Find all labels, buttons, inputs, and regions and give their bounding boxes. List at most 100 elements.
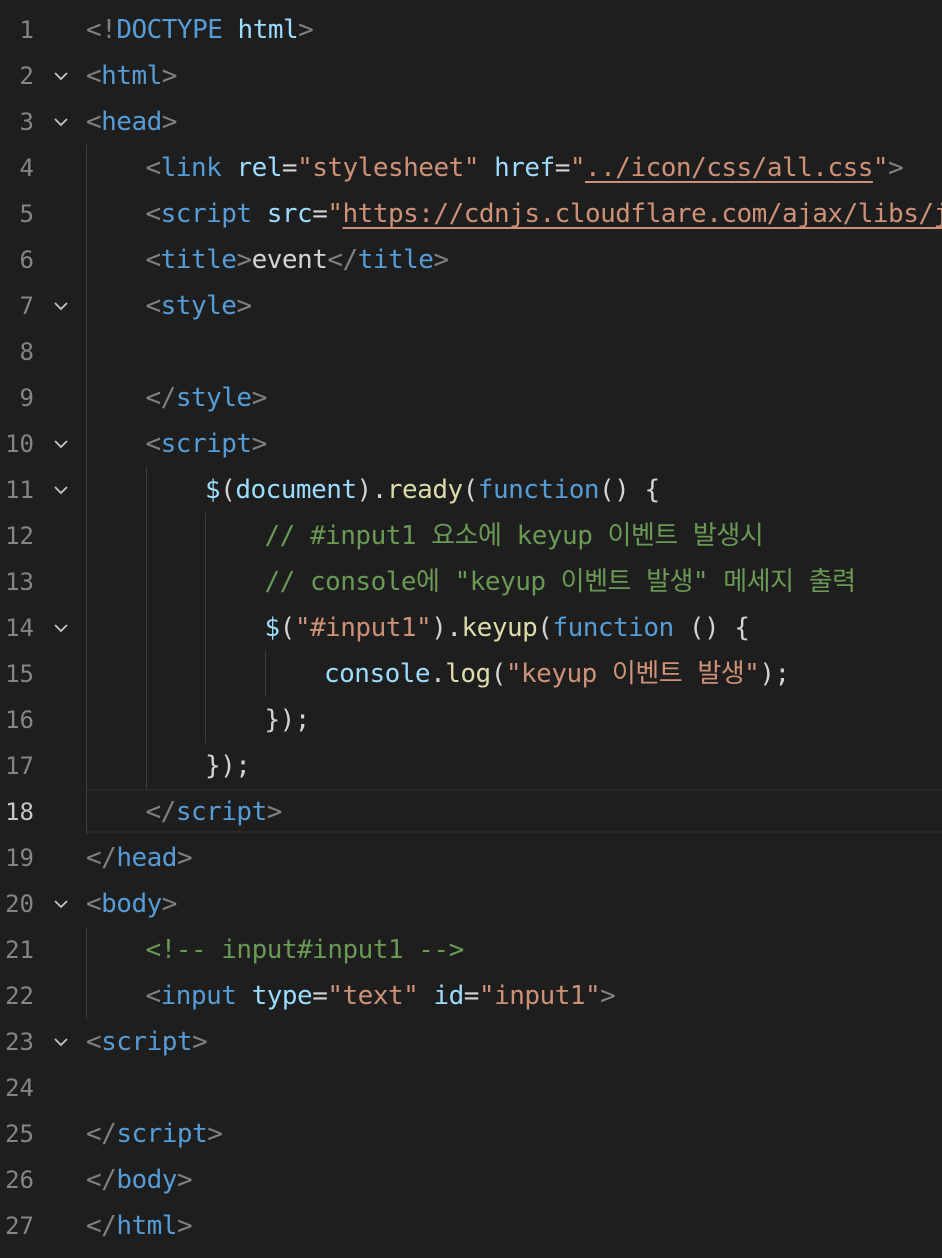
line-code[interactable]: console.log("keyup 이벤트 발생"); <box>324 651 790 697</box>
code-token: ( <box>220 475 236 505</box>
line-code[interactable]: // console에 "keyup 이벤트 발생" 메세지 출력 <box>265 559 857 605</box>
code-token: script <box>116 1119 208 1149</box>
code-token: < <box>86 107 102 137</box>
line-code[interactable]: $(document).ready(function() { <box>205 467 660 513</box>
code-line[interactable]: 18 </script> <box>0 789 942 835</box>
code-token: = <box>554 153 571 183</box>
code-line[interactable]: 17}); <box>0 743 942 789</box>
code-token: id <box>433 981 464 1011</box>
code-line[interactable]: 9 </style> <box>0 375 942 421</box>
code-token: () { <box>673 613 750 643</box>
line-code[interactable]: <html> <box>86 53 177 99</box>
fold-chevron-icon[interactable] <box>52 113 70 131</box>
code-token: > <box>207 1119 223 1149</box>
line-code[interactable]: <title>event</title> <box>146 237 450 283</box>
code-token: "text" <box>327 981 419 1011</box>
line-code[interactable]: <script> <box>146 421 268 467</box>
fold-chevron-icon[interactable] <box>52 619 70 637</box>
code-line[interactable]: 11 $(document).ready(function() { <box>0 467 942 513</box>
line-number: 8 <box>19 338 34 366</box>
code-line[interactable]: 22 <input type="text" id="input1"> <box>0 973 942 1019</box>
fold-chevron-icon[interactable] <box>52 1033 70 1051</box>
line-code[interactable]: <!-- input#input1 --> <box>145 927 465 973</box>
code-token: script <box>160 429 252 459</box>
code-line[interactable]: 1 <!DOCTYPE html> <box>0 7 942 53</box>
code-line[interactable]: 25 </script> <box>0 1111 942 1157</box>
code-line[interactable]: 14 $("#input1").keyup(function () { <box>0 605 942 651</box>
line-code[interactable]: </script> <box>145 789 283 835</box>
fold-chevron-icon[interactable] <box>52 435 70 453</box>
code-line[interactable]: 20 <body> <box>0 881 942 927</box>
code-line[interactable]: 2 <html> <box>0 53 942 99</box>
line-code[interactable]: </style> <box>146 375 268 421</box>
line-number: 17 <box>5 752 34 780</box>
code-line[interactable]: 19 </head> <box>0 835 942 881</box>
code-line[interactable]: 13 // console에 "keyup 이벤트 발생" 메세지 출력 <box>0 559 942 605</box>
fold-chevron-icon[interactable] <box>52 297 70 315</box>
code-token: log <box>445 659 491 689</box>
code-token: < <box>145 153 162 183</box>
code-token: ( <box>537 613 553 643</box>
code-line[interactable]: 23 <script> <box>0 1019 942 1065</box>
line-code[interactable]: <!DOCTYPE html> <box>86 7 314 53</box>
code-line[interactable]: 24 <box>0 1065 942 1111</box>
code-token: <! <box>86 15 117 45</box>
line-number: 19 <box>5 844 34 872</box>
line-code[interactable]: <style> <box>146 283 253 329</box>
code-token: DOCTYPE <box>116 15 223 45</box>
line-code[interactable]: }); <box>265 697 311 743</box>
code-line[interactable]: 4 <link rel="stylesheet" href="../icon/cs… <box>0 145 942 191</box>
line-code[interactable]: $("#input1").keyup(function () { <box>265 605 750 651</box>
line-code[interactable]: <input type="text" id="input1"> <box>146 973 616 1019</box>
fold-chevron-icon[interactable] <box>52 67 70 85</box>
code-editor[interactable]: 1 <!DOCTYPE html> 2 <html> 3 <head> 4 <link rel… <box>0 0 942 1258</box>
code-line[interactable]: 6 <title>event</title> <box>0 237 942 283</box>
line-code[interactable]: <link rel="stylesheet" href="../icon/css… <box>146 145 904 191</box>
code-token: input <box>160 981 237 1011</box>
line-code[interactable]: <body> <box>86 881 177 927</box>
line-number: 21 <box>5 936 34 964</box>
line-code[interactable]: }); <box>205 743 251 789</box>
code-token: </ <box>327 245 358 275</box>
line-code[interactable]: <script> <box>86 1019 208 1065</box>
code-token: < <box>86 889 102 919</box>
code-token: $ <box>264 613 281 643</box>
code-token: > <box>161 889 178 919</box>
fold-chevron-icon[interactable] <box>52 481 70 499</box>
code-line[interactable]: 21 <!-- input#input1 --> <box>0 927 942 973</box>
code-token: <!-- input#input1 --> <box>145 935 465 965</box>
code-line[interactable]: 26 </body> <box>0 1157 942 1203</box>
code-line[interactable]: 3 <head> <box>0 99 942 145</box>
line-code[interactable]: </script> <box>86 1111 223 1157</box>
code-line[interactable]: 12 // #input1 요소에 keyup 이벤트 발생시 <box>0 513 942 559</box>
code-line[interactable]: 8 <box>0 329 942 375</box>
line-code[interactable]: </head> <box>86 835 193 881</box>
code-line[interactable]: 15 console.log("keyup 이벤트 발생"); <box>0 651 942 697</box>
code-token: = <box>281 153 298 183</box>
code-token: document <box>235 475 357 505</box>
code-line[interactable]: 5 <script src="https://cdnjs.cloudflare.c… <box>0 191 942 237</box>
code-token: ); <box>759 659 790 689</box>
code-token: $ <box>205 475 221 505</box>
code-token: > <box>236 291 252 321</box>
code-token: html <box>101 61 162 91</box>
code-line[interactable]: 27 </html> <box>0 1203 942 1249</box>
code-token: type <box>251 981 313 1011</box>
fold-chevron-icon[interactable] <box>52 895 70 913</box>
code-token: head <box>101 107 162 137</box>
code-token: https://cdnjs.cloudflare.com/ajax/libs/j… <box>342 199 942 229</box>
code-token: " <box>327 199 343 229</box>
code-token: </ <box>145 797 177 827</box>
code-line[interactable]: 7 <style> <box>0 283 942 329</box>
code-token: " <box>569 153 586 183</box>
line-code[interactable]: <head> <box>86 99 177 145</box>
code-line[interactable]: 16}); <box>0 697 942 743</box>
line-code[interactable]: <script src="https://cdnjs.cloudflare.co… <box>146 191 942 237</box>
line-code[interactable]: </body> <box>86 1157 193 1203</box>
line-code[interactable]: // #input1 요소에 keyup 이벤트 발생시 <box>265 513 764 559</box>
code-line[interactable]: 10 <script> <box>0 421 942 467</box>
line-code[interactable]: </html> <box>86 1203 193 1249</box>
code-token: ready <box>386 475 463 505</box>
line-number: 24 <box>5 1074 34 1102</box>
